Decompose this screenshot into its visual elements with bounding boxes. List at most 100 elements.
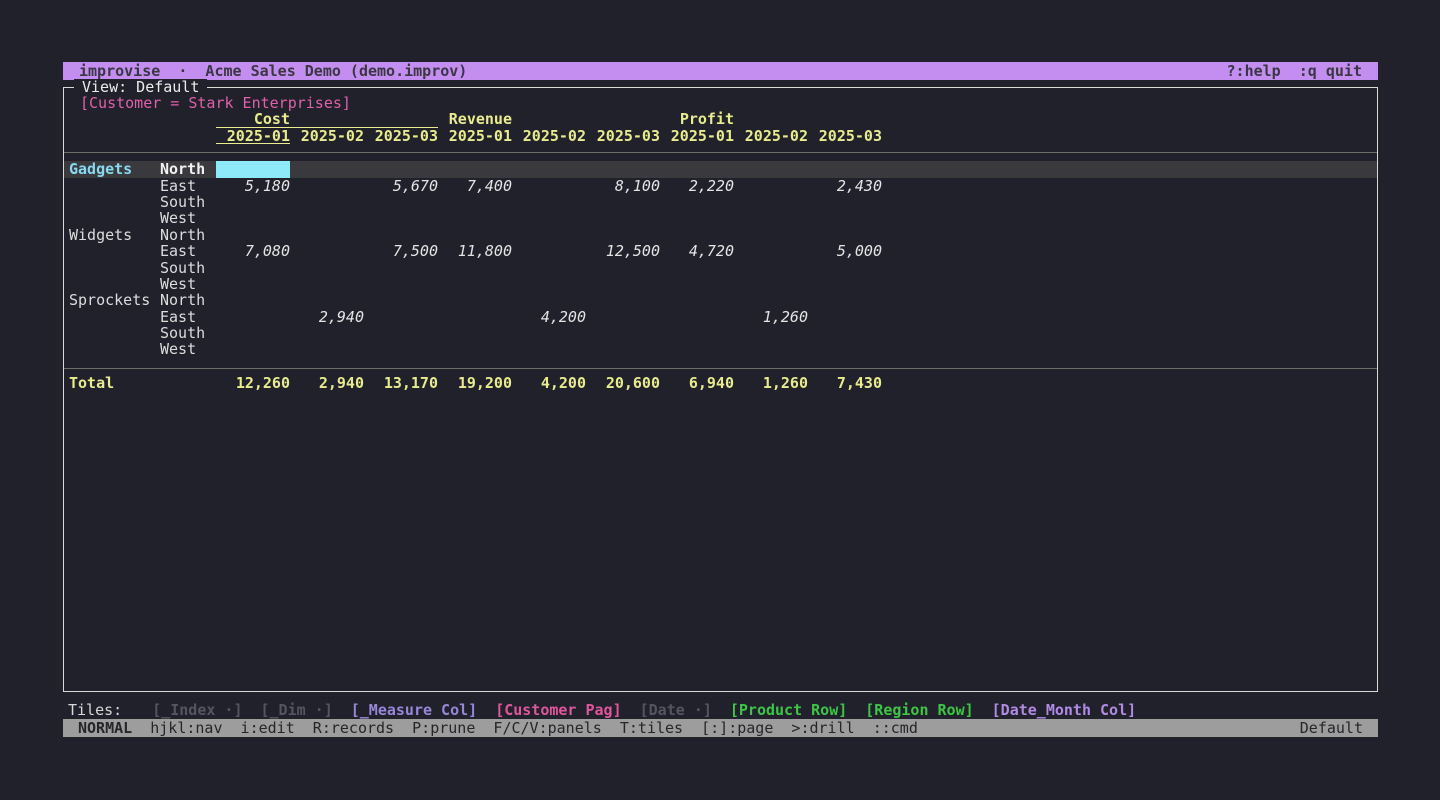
total-cell[interactable]: 1,260: [734, 375, 808, 391]
cell[interactable]: [734, 292, 808, 308]
cell[interactable]: 4,720: [660, 243, 734, 259]
pivot-row[interactable]: West: [64, 210, 1377, 226]
cell[interactable]: [216, 227, 290, 243]
cell[interactable]: [438, 309, 512, 325]
group-header-revenue[interactable]: Revenue: [438, 111, 660, 127]
cell[interactable]: [808, 292, 882, 308]
pivot-row[interactable]: East 2,940 4,200 1,260: [64, 309, 1377, 325]
tile-measure[interactable]: [_Measure Col]: [351, 701, 477, 719]
cell[interactable]: [660, 260, 734, 276]
cell[interactable]: [290, 276, 364, 292]
cell[interactable]: 7,500: [364, 243, 438, 259]
cell[interactable]: [512, 276, 586, 292]
tile-region[interactable]: [Region Row]: [865, 701, 973, 719]
cell[interactable]: [512, 194, 586, 210]
cell[interactable]: 5,670: [364, 178, 438, 194]
cell[interactable]: 4,200: [512, 309, 586, 325]
cell[interactable]: 7,080: [216, 243, 290, 259]
cell[interactable]: [364, 325, 438, 341]
cell[interactable]: [808, 325, 882, 341]
cell[interactable]: 1,260: [734, 309, 808, 325]
pivot-row[interactable]: East 5,180 5,670 7,400 8,100 2,220 2,430: [64, 178, 1377, 194]
cell[interactable]: [216, 210, 290, 226]
cell[interactable]: [586, 227, 660, 243]
cell[interactable]: [438, 161, 512, 177]
cell[interactable]: 5,000: [808, 243, 882, 259]
cell[interactable]: [586, 309, 660, 325]
cell[interactable]: 12,500: [586, 243, 660, 259]
cell[interactable]: 2,430: [808, 178, 882, 194]
cell[interactable]: [734, 341, 808, 357]
cell[interactable]: [586, 161, 660, 177]
cell[interactable]: [808, 210, 882, 226]
cell[interactable]: [364, 161, 438, 177]
pivot-row-selected[interactable]: Gadgets North: [64, 161, 1377, 177]
cell-cursor[interactable]: [216, 161, 290, 177]
cell[interactable]: [586, 210, 660, 226]
cell[interactable]: [734, 227, 808, 243]
cell[interactable]: [808, 161, 882, 177]
group-header-cost[interactable]: Cost: [216, 111, 438, 127]
total-cell[interactable]: 2,940: [290, 375, 364, 391]
cell[interactable]: [216, 194, 290, 210]
pivot-row[interactable]: East 7,080 7,500 11,800 12,500 4,720 5,0…: [64, 243, 1377, 259]
cell[interactable]: [512, 178, 586, 194]
pivot-row[interactable]: South: [64, 194, 1377, 210]
column-header[interactable]: 2025-02: [290, 128, 364, 144]
cell[interactable]: 2,220: [660, 178, 734, 194]
cell[interactable]: [586, 260, 660, 276]
total-cell[interactable]: 12,260: [216, 375, 290, 391]
cell[interactable]: [660, 309, 734, 325]
pivot-row[interactable]: South: [64, 325, 1377, 341]
pivot-row[interactable]: West: [64, 276, 1377, 292]
cell[interactable]: [364, 276, 438, 292]
cell[interactable]: [808, 194, 882, 210]
cell[interactable]: [438, 341, 512, 357]
cell[interactable]: [512, 161, 586, 177]
cell[interactable]: 5,180: [216, 178, 290, 194]
cell[interactable]: [290, 210, 364, 226]
cell[interactable]: [364, 341, 438, 357]
cell[interactable]: [512, 341, 586, 357]
cell[interactable]: [734, 276, 808, 292]
cell[interactable]: [734, 194, 808, 210]
column-header[interactable]: 2025-01: [438, 128, 512, 144]
cell[interactable]: [216, 325, 290, 341]
cell[interactable]: 8,100: [586, 178, 660, 194]
cell[interactable]: [216, 292, 290, 308]
tile-dim[interactable]: [_Dim ·]: [261, 701, 333, 719]
total-cell[interactable]: 20,600: [586, 375, 660, 391]
cell[interactable]: [364, 260, 438, 276]
cell[interactable]: [290, 243, 364, 259]
cell[interactable]: [438, 194, 512, 210]
column-header[interactable]: 2025-03: [586, 128, 660, 144]
column-header[interactable]: 2025-01: [216, 128, 290, 144]
cell[interactable]: [216, 341, 290, 357]
cell[interactable]: [216, 309, 290, 325]
cell[interactable]: [512, 243, 586, 259]
cell[interactable]: [216, 260, 290, 276]
column-header[interactable]: 2025-01: [660, 128, 734, 144]
column-header[interactable]: 2025-03: [808, 128, 882, 144]
cell[interactable]: [438, 227, 512, 243]
tile-date-month[interactable]: [Date_Month Col]: [992, 701, 1137, 719]
cell[interactable]: [660, 325, 734, 341]
cell[interactable]: [290, 260, 364, 276]
cell[interactable]: [290, 292, 364, 308]
cell[interactable]: [512, 227, 586, 243]
cell[interactable]: [216, 276, 290, 292]
cell[interactable]: [734, 178, 808, 194]
cell[interactable]: [734, 161, 808, 177]
cell[interactable]: [586, 341, 660, 357]
tile-customer[interactable]: [Customer Pag]: [495, 701, 621, 719]
column-header[interactable]: 2025-03: [364, 128, 438, 144]
cell[interactable]: [512, 325, 586, 341]
pivot-row[interactable]: Widgets North: [64, 227, 1377, 243]
total-cell[interactable]: 7,430: [808, 375, 882, 391]
cell[interactable]: [512, 260, 586, 276]
column-header[interactable]: 2025-02: [734, 128, 808, 144]
cell[interactable]: [660, 227, 734, 243]
tile-index[interactable]: [_Index ·]: [152, 701, 242, 719]
cell[interactable]: [808, 341, 882, 357]
filter-chip[interactable]: [Customer = Stark Enterprises]: [80, 95, 1377, 111]
